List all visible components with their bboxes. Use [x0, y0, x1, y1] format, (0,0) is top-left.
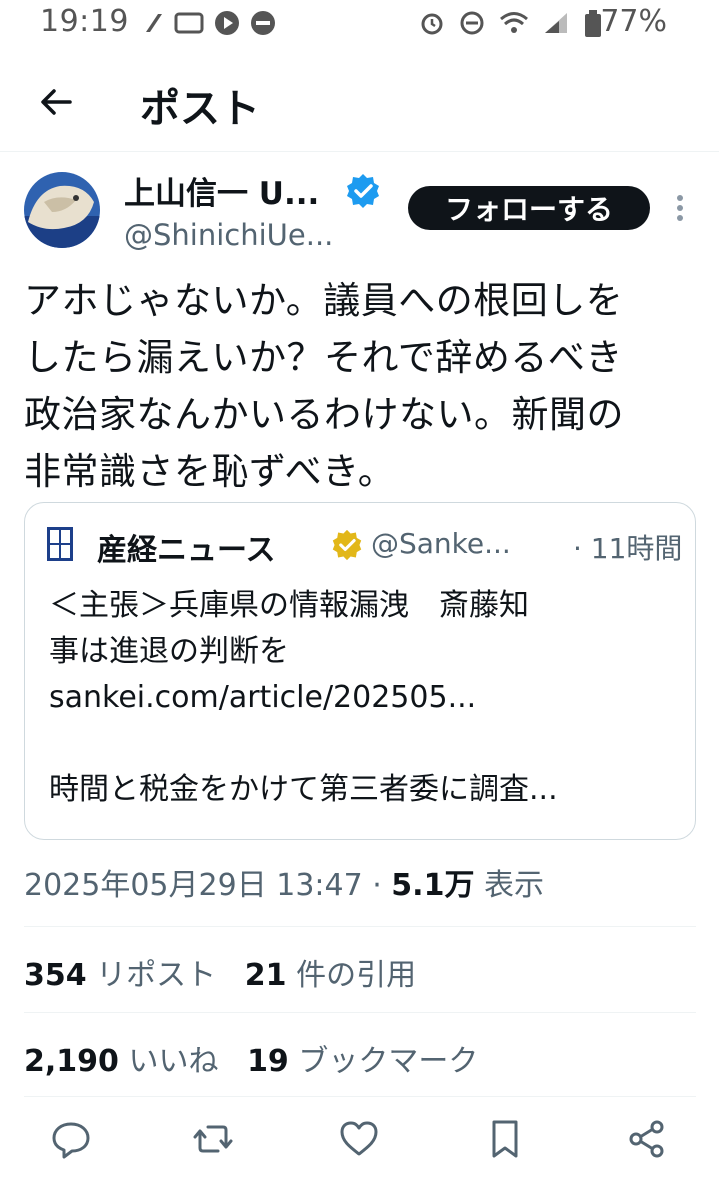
- likes-stat[interactable]: 2,190 いいね: [24, 1044, 218, 1079]
- author-handle[interactable]: @ShinichiUe...: [124, 218, 333, 252]
- repost-icon[interactable]: [192, 1118, 234, 1160]
- follow-button[interactable]: フォローする: [408, 186, 650, 230]
- likes-label: いいね: [118, 1044, 219, 1079]
- views-label: 表示: [474, 868, 544, 903]
- arrow-left-icon[interactable]: [36, 82, 76, 122]
- reply-icon[interactable]: [50, 1118, 92, 1160]
- divider: [24, 926, 696, 927]
- alarm-icon: [421, 13, 443, 35]
- bookmarks-label: ブックマーク: [288, 1044, 479, 1079]
- stats-row-reposts: 354 リポスト 21 件の引用: [24, 950, 416, 994]
- sankei-logo-icon: [47, 527, 73, 561]
- quoted-time: · 11時間: [573, 532, 683, 565]
- stats-row-likes: 2,190 いいね 19 ブックマーク: [24, 1036, 478, 1080]
- views-count: 5.1万: [391, 868, 475, 903]
- tweet-text: アホじゃないか。議員への根回しを したら漏えいか？それで辞めるべき 政治家なんか…: [24, 279, 624, 493]
- cell-signal-icon: [545, 13, 567, 33]
- reposts-label: リポスト: [86, 958, 217, 993]
- bookmarks-stat[interactable]: 19 ブックマーク: [247, 1044, 478, 1079]
- quotes-label: 件の引用: [286, 958, 417, 993]
- verified-badge-icon: [347, 174, 379, 208]
- author-name[interactable]: 上山信一 U...: [124, 168, 319, 213]
- wifi-icon: [500, 12, 528, 33]
- quoted-post[interactable]: 産経ニュース @Sanke... · 11時間 ＜主張＞兵庫県の情報漏洩 斎藤知…: [24, 502, 696, 840]
- quoted-text: ＜主張＞兵庫県の情報漏洩 斎藤知 事は進退の判断を sankei.com/art…: [49, 588, 558, 807]
- status-right-icons: [419, 10, 569, 36]
- more-vertical-icon[interactable]: [672, 190, 688, 226]
- status-left-icons: [142, 10, 276, 36]
- quoted-author-name: 産経ニュース: [97, 533, 276, 568]
- battery-percent: 77%: [600, 4, 667, 39]
- status-time: 19:19: [40, 4, 129, 39]
- action-bar: [0, 1118, 719, 1168]
- avatar[interactable]: [24, 172, 100, 248]
- divider: [24, 1096, 696, 1097]
- screen-cast-icon: [174, 12, 204, 34]
- page-title: ポスト: [140, 86, 260, 132]
- app-header: ポスト: [0, 60, 719, 152]
- do-not-disturb-icon: [460, 11, 484, 35]
- like-icon[interactable]: [338, 1118, 380, 1160]
- reposts-count: 354: [24, 958, 87, 993]
- quoted-handle: @Sanke...: [371, 527, 511, 560]
- post-meta: 2025年05月29日 13:47 · 5.1万 表示: [24, 860, 544, 904]
- bookmarks-count: 19: [247, 1044, 289, 1079]
- signal-slash-icon: [146, 14, 162, 32]
- post-timestamp[interactable]: 2025年05月29日 13:47 ·: [24, 868, 391, 903]
- reposts-stat[interactable]: 354 リポスト: [24, 958, 216, 993]
- cainz-app-icon: [251, 11, 275, 35]
- quotes-stat[interactable]: 21 件の引用: [245, 958, 416, 993]
- quotes-count: 21: [244, 958, 287, 993]
- share-icon[interactable]: [626, 1118, 668, 1160]
- status-bar: 19:19 77%: [0, 0, 719, 48]
- gold-verified-badge-icon: [332, 529, 362, 561]
- bookmark-icon[interactable]: [484, 1118, 526, 1160]
- play-icon: [215, 11, 239, 35]
- divider: [24, 1012, 696, 1013]
- likes-count: 2,190: [24, 1044, 119, 1079]
